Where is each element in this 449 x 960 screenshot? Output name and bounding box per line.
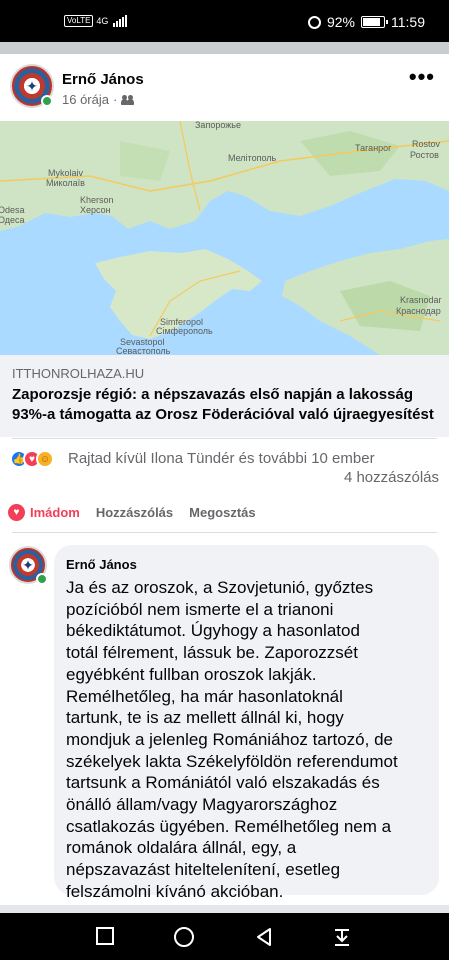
comment-line: egyébként fullban oroszok lakják. — [66, 664, 317, 684]
battery-percent: 92% — [326, 14, 355, 30]
emblem-icon: ✦ — [22, 557, 34, 573]
link-preview[interactable]: ITTHONROLHAZA.HU Zaporozsje régió: a nép… — [0, 355, 449, 437]
comment-line: pozícióból nem ismerte el a trianoni — [66, 599, 334, 619]
system-nav-bar — [0, 913, 449, 960]
map-label-odesa-cy: Одеса — [0, 215, 25, 225]
online-indicator — [41, 95, 53, 107]
link-title: Zaporozsje régió: a népszavazás első nap… — [12, 386, 434, 423]
map-label-taganrog: Таганрог — [355, 143, 392, 153]
comment-line: totál félrement, lássuk be. Zaporozzsét — [66, 643, 358, 663]
battery-icon — [361, 16, 388, 28]
comment-bubble[interactable]: Ernő János Ja és az oroszok, a Szovjetun… — [54, 545, 439, 901]
status-bar: VoLTE 4G 92% 11:59 — [0, 0, 449, 42]
comment-line: önálló állam/vagy Magyarországhoz — [66, 795, 338, 815]
comment-line: románok oldalára állnál, egy, a — [66, 838, 297, 858]
post-meta: 16 órája · — [62, 92, 135, 107]
comment-line: békediktátumot. Úgyhogy a hasonlatod — [66, 621, 360, 641]
love-label: Imádom — [30, 505, 80, 520]
map-label-kherson-cy: Херсон — [80, 205, 111, 215]
link-domain: ITTHONROLHAZA.HU — [12, 366, 145, 381]
comment-author[interactable]: Ernő János — [66, 557, 427, 572]
comment-line: tartsunk a Romániától való elszakadás és — [66, 773, 380, 793]
love-button[interactable]: ♥ Imádom — [8, 504, 80, 521]
map-label-melitopol: Мелітополь — [228, 153, 277, 163]
divider — [12, 532, 437, 533]
map-label-mykolaiv: Mykolaiv — [48, 168, 84, 178]
clock: 11:59 — [391, 14, 425, 30]
map-label-odesa: Odesa — [0, 205, 25, 215]
map-label-kherson: Kherson — [80, 195, 114, 205]
comment-line: Ja és az oroszok, a Szovjetunió, győztes — [66, 578, 374, 597]
map-label-mykolaiv-cy: Миколаїв — [46, 178, 85, 188]
friends-icon — [121, 94, 135, 105]
comment-text: Ja és az oroszok, a Szovjetunió, győztes… — [66, 577, 427, 903]
comment-line: mondjuk a jelenleg Romániához tartozó, d… — [66, 729, 393, 749]
comment-line: Remélhetőleg, ha már hasonlatoknál — [66, 686, 343, 706]
map-label-zaporozhe: Запорожье — [195, 121, 241, 130]
post-author-name[interactable]: Ernő János — [62, 71, 144, 88]
reactions-summary[interactable]: Rajtad kívül Ilona Tündér és további 10 … — [68, 450, 375, 467]
map-label-simferopol-cy: Сімферополь — [156, 326, 213, 336]
comment-line: székelyek lakta Székelyföldön referendum… — [66, 751, 398, 771]
comment-line: tartunk, te is az mellett állnál ki, hog… — [66, 708, 344, 728]
post-time[interactable]: 16 órája — [62, 92, 109, 107]
comment-line: népszavazást hiteltelenítení, esetleg — [66, 860, 341, 880]
volte-badge: VoLTE — [64, 15, 94, 27]
battery-fill — [363, 18, 381, 26]
map-label-krasnodar: Krasnodar — [400, 295, 442, 305]
share-button[interactable]: Megosztás — [189, 505, 255, 520]
network-type: 4G — [96, 16, 109, 26]
link-preview-map[interactable]: Запорожье Rostov Ростов Mykolaiv Миколаї… — [0, 121, 449, 355]
heart-icon: ♥ — [8, 504, 25, 521]
map-label-krasnodar-cy: Краснодар — [396, 306, 441, 316]
reaction-icons[interactable]: 👍 ♥ ☺ — [10, 450, 54, 468]
emblem-icon: ✦ — [26, 78, 38, 94]
recent-apps-icon[interactable] — [96, 927, 114, 945]
comment-count[interactable]: 4 hozzászólás — [344, 469, 439, 486]
map-image: Запорожье Rostov Ростов Mykolaiv Миколаї… — [0, 121, 449, 355]
bottom-separator — [0, 905, 449, 913]
divider — [12, 438, 437, 439]
back-icon[interactable] — [254, 927, 274, 947]
more-icon[interactable]: ••• — [409, 66, 435, 88]
online-indicator — [36, 573, 48, 585]
post-actions: ♥ Imádom Hozzászólás Megosztás — [8, 504, 256, 521]
notification-pull-icon[interactable] — [332, 927, 352, 947]
feed-separator — [0, 42, 449, 54]
network-indicators: VoLTE 4G — [64, 15, 128, 27]
care-reaction-icon: ☺ — [36, 450, 54, 468]
comment-line: felszámolni kívánó akcióban. — [66, 881, 284, 901]
comment-button[interactable]: Hozzászólás — [96, 505, 173, 520]
comment-line: csatlakozás ügyében. Remélhetőleg nem a — [66, 816, 392, 836]
map-label-rostov-cy: Ростов — [410, 150, 439, 160]
map-label-rostov: Rostov — [412, 139, 441, 149]
status-right: 92% 11:59 — [307, 14, 425, 30]
home-icon[interactable] — [174, 927, 194, 947]
alarm-icon — [307, 15, 321, 29]
post-card: ✦ Ernő János 16 órája · ••• Запорожье Ro… — [0, 54, 449, 905]
signal-icon — [113, 15, 128, 27]
map-label-sevastopol-cy: Севастополь — [116, 346, 171, 355]
meta-separator: · — [112, 92, 118, 107]
